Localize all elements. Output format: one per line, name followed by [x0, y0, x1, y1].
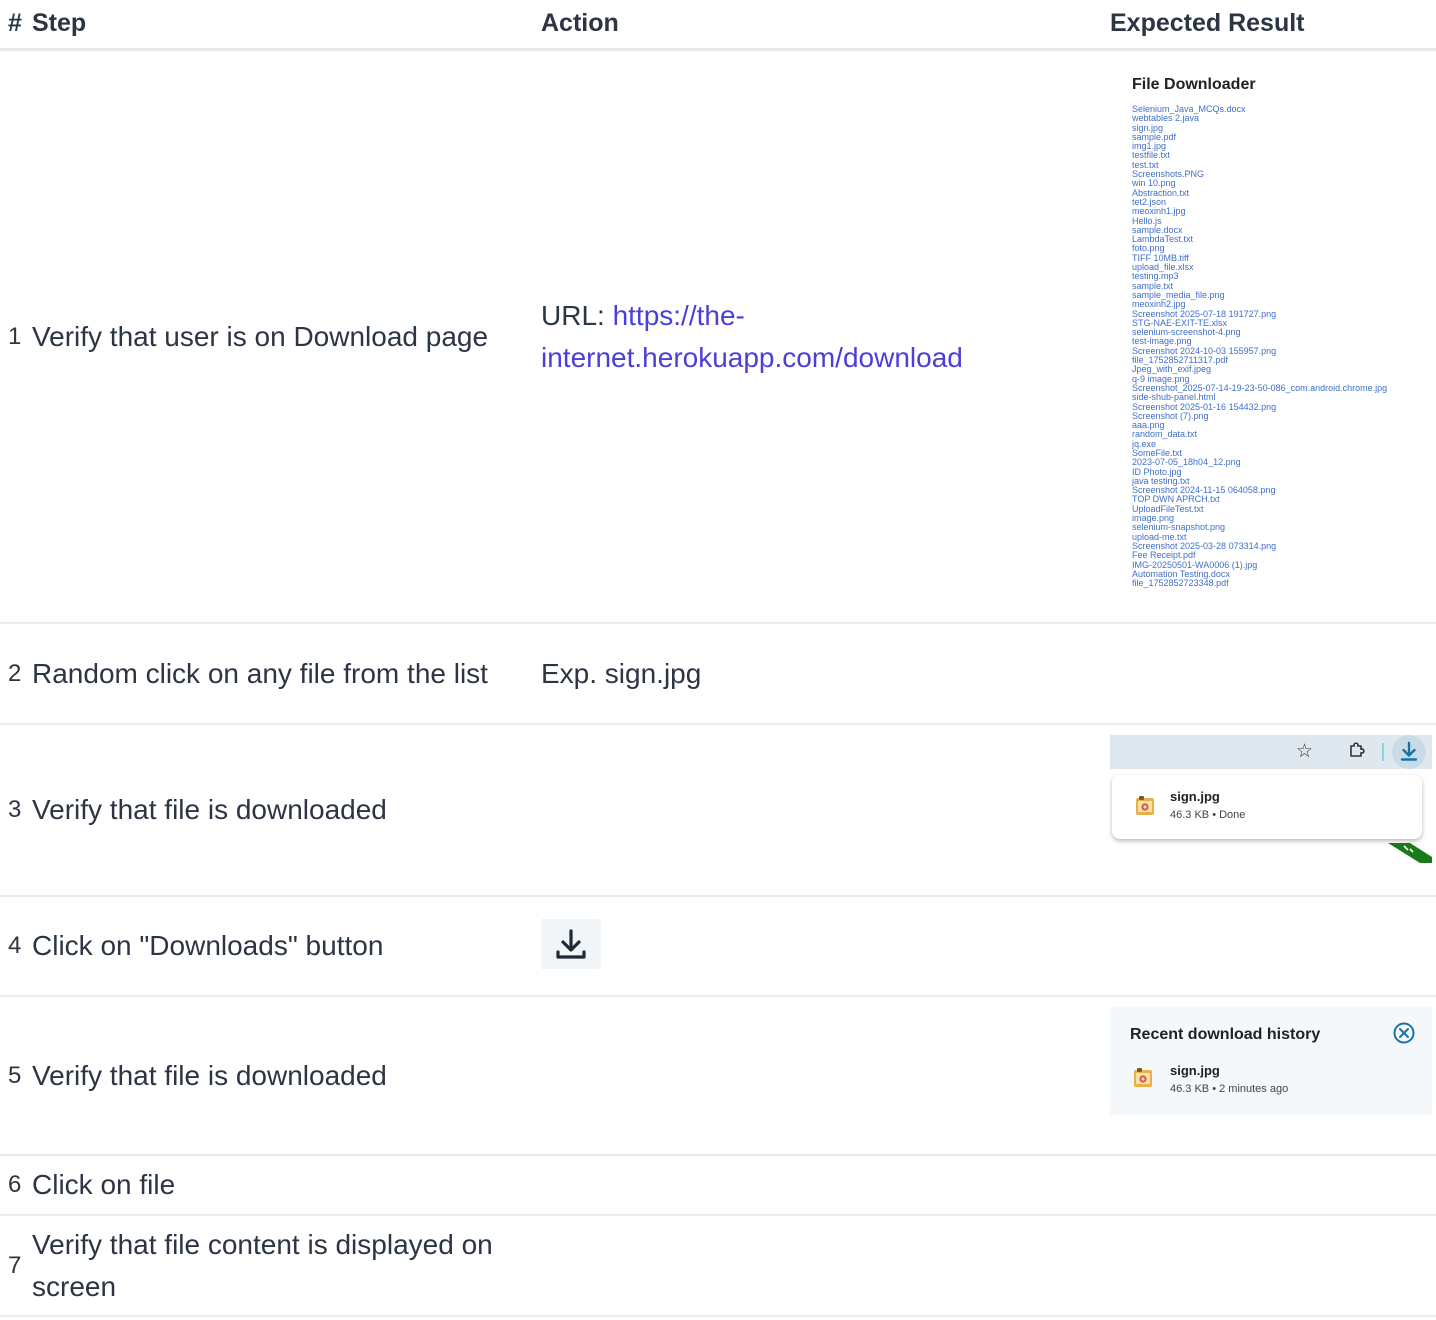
download-popup: sign.jpg 46.3 KB • Done	[1112, 775, 1422, 839]
row-step: Verify that user is on Download page	[32, 49, 541, 624]
file-downloader-title: File Downloader	[1132, 76, 1256, 93]
header-row: # Step Action Expected Result	[0, 0, 1436, 51]
row-expected	[1110, 623, 1436, 725]
download-toolbar-button[interactable]	[1392, 735, 1426, 769]
row-number: 2	[0, 623, 32, 725]
row-action	[541, 724, 1110, 897]
table-row: 2 Random click on any file from the list…	[0, 623, 1436, 725]
file-link[interactable]: img1.jpg	[1132, 141, 1436, 151]
download-icon	[1400, 741, 1418, 761]
file-link[interactable]: sample.pdf	[1132, 132, 1436, 142]
download-file-name[interactable]: sign.jpg	[1170, 789, 1220, 805]
url-label: URL:	[541, 299, 613, 331]
row-number: 5	[0, 996, 32, 1156]
row-step: Random click on any file from the list	[32, 623, 541, 725]
file-list: Selenium_Java_MCQs.docx webtables 2.java s…	[1132, 104, 1436, 588]
table-row: 3 Verify that file is downloaded ☆ sign.…	[0, 724, 1436, 897]
fork-ribbon-decoration	[1388, 843, 1432, 863]
header-step: Step	[32, 0, 541, 51]
file-link[interactable]: file_1752852723348.pdf	[1132, 578, 1436, 588]
row-expected: ☆ sign.jpg 46.3 KB • Done	[1110, 724, 1436, 897]
row-action	[541, 996, 1110, 1156]
row-step: Click on file	[32, 1155, 541, 1216]
star-icon[interactable]: ☆	[1296, 741, 1313, 763]
history-file-meta: 46.3 KB • 2 minutes ago	[1170, 1083, 1289, 1095]
header-action: Action	[541, 0, 1110, 51]
table-row: 4 Click on "Downloads" button	[0, 896, 1436, 997]
browser-download-screenshot: ☆ sign.jpg 46.3 KB • Done	[1110, 735, 1432, 863]
row-number: 1	[0, 49, 32, 624]
header-number: #	[0, 0, 32, 51]
file-link[interactable]: Abstraction.txt	[1132, 188, 1436, 198]
file-link[interactable]: meoxinh1.jpg	[1132, 206, 1436, 216]
row-expected	[1110, 1215, 1436, 1317]
row-step: Verify that file is downloaded	[32, 996, 541, 1156]
file-downloader-screenshot: File Downloader Selenium_Java_MCQs.docx w…	[1110, 51, 1436, 615]
row-expected: Recent download history sign.jpg 46.3 KB…	[1110, 996, 1436, 1156]
file-link[interactable]: Screenshots.PNG	[1132, 169, 1436, 179]
file-link[interactable]: sign.jpg	[1132, 123, 1436, 133]
row-step: Verify that file is downloaded	[32, 724, 541, 897]
image-file-icon	[1134, 1068, 1152, 1087]
download-icon	[556, 929, 586, 959]
row-number: 3	[0, 724, 32, 897]
row-expected: File Downloader Selenium_Java_MCQs.docx w…	[1110, 49, 1436, 624]
download-history-screenshot: Recent download history sign.jpg 46.3 KB…	[1110, 1007, 1432, 1115]
row-number: 4	[0, 896, 32, 997]
row-action	[541, 1215, 1110, 1317]
toolbar-divider	[1382, 743, 1384, 761]
file-link[interactable]: UploadFileTest.txt	[1132, 504, 1436, 514]
file-link[interactable]: testing.mp3	[1132, 272, 1436, 282]
row-action	[541, 896, 1110, 997]
image-file-icon	[1136, 796, 1154, 815]
history-file-name[interactable]: sign.jpg	[1170, 1063, 1220, 1079]
row-action	[541, 1155, 1110, 1216]
file-link[interactable]: random_data.txt	[1132, 430, 1436, 440]
row-step: Click on "Downloads" button	[32, 896, 541, 997]
table-row: 5 Verify that file is downloaded Recent …	[0, 996, 1436, 1156]
row-step: Verify that file content is displayed on…	[32, 1215, 541, 1317]
header-expected: Expected Result	[1110, 0, 1436, 51]
file-link[interactable]: testfile.txt	[1132, 151, 1436, 161]
table-row: 7 Verify that file content is displayed …	[0, 1215, 1436, 1317]
row-action: Exp. sign.jpg	[541, 623, 1110, 725]
row-expected	[1110, 896, 1436, 997]
file-link[interactable]: Screenshot (7).png	[1132, 411, 1436, 421]
file-link[interactable]: webtables 2.java	[1132, 113, 1436, 123]
puzzle-icon[interactable]	[1348, 741, 1366, 759]
row-action: URL: https://the-internet.herokuapp.com/…	[541, 49, 1110, 624]
row-number: 6	[0, 1155, 32, 1216]
file-link[interactable]: LambdaTest.txt	[1132, 234, 1436, 244]
row-number: 7	[0, 1215, 32, 1317]
downloads-button[interactable]	[541, 919, 601, 969]
row-expected	[1110, 1155, 1436, 1216]
table-row: 6 Click on file	[0, 1155, 1436, 1216]
history-title: Recent download history	[1130, 1026, 1321, 1043]
test-steps-table: # Step Action Expected Result 1 Verify t…	[0, 0, 1436, 1317]
table-row: 1 Verify that user is on Download page U…	[0, 49, 1436, 624]
download-file-meta: 46.3 KB • Done	[1170, 809, 1246, 821]
close-circle-icon[interactable]	[1392, 1021, 1416, 1045]
